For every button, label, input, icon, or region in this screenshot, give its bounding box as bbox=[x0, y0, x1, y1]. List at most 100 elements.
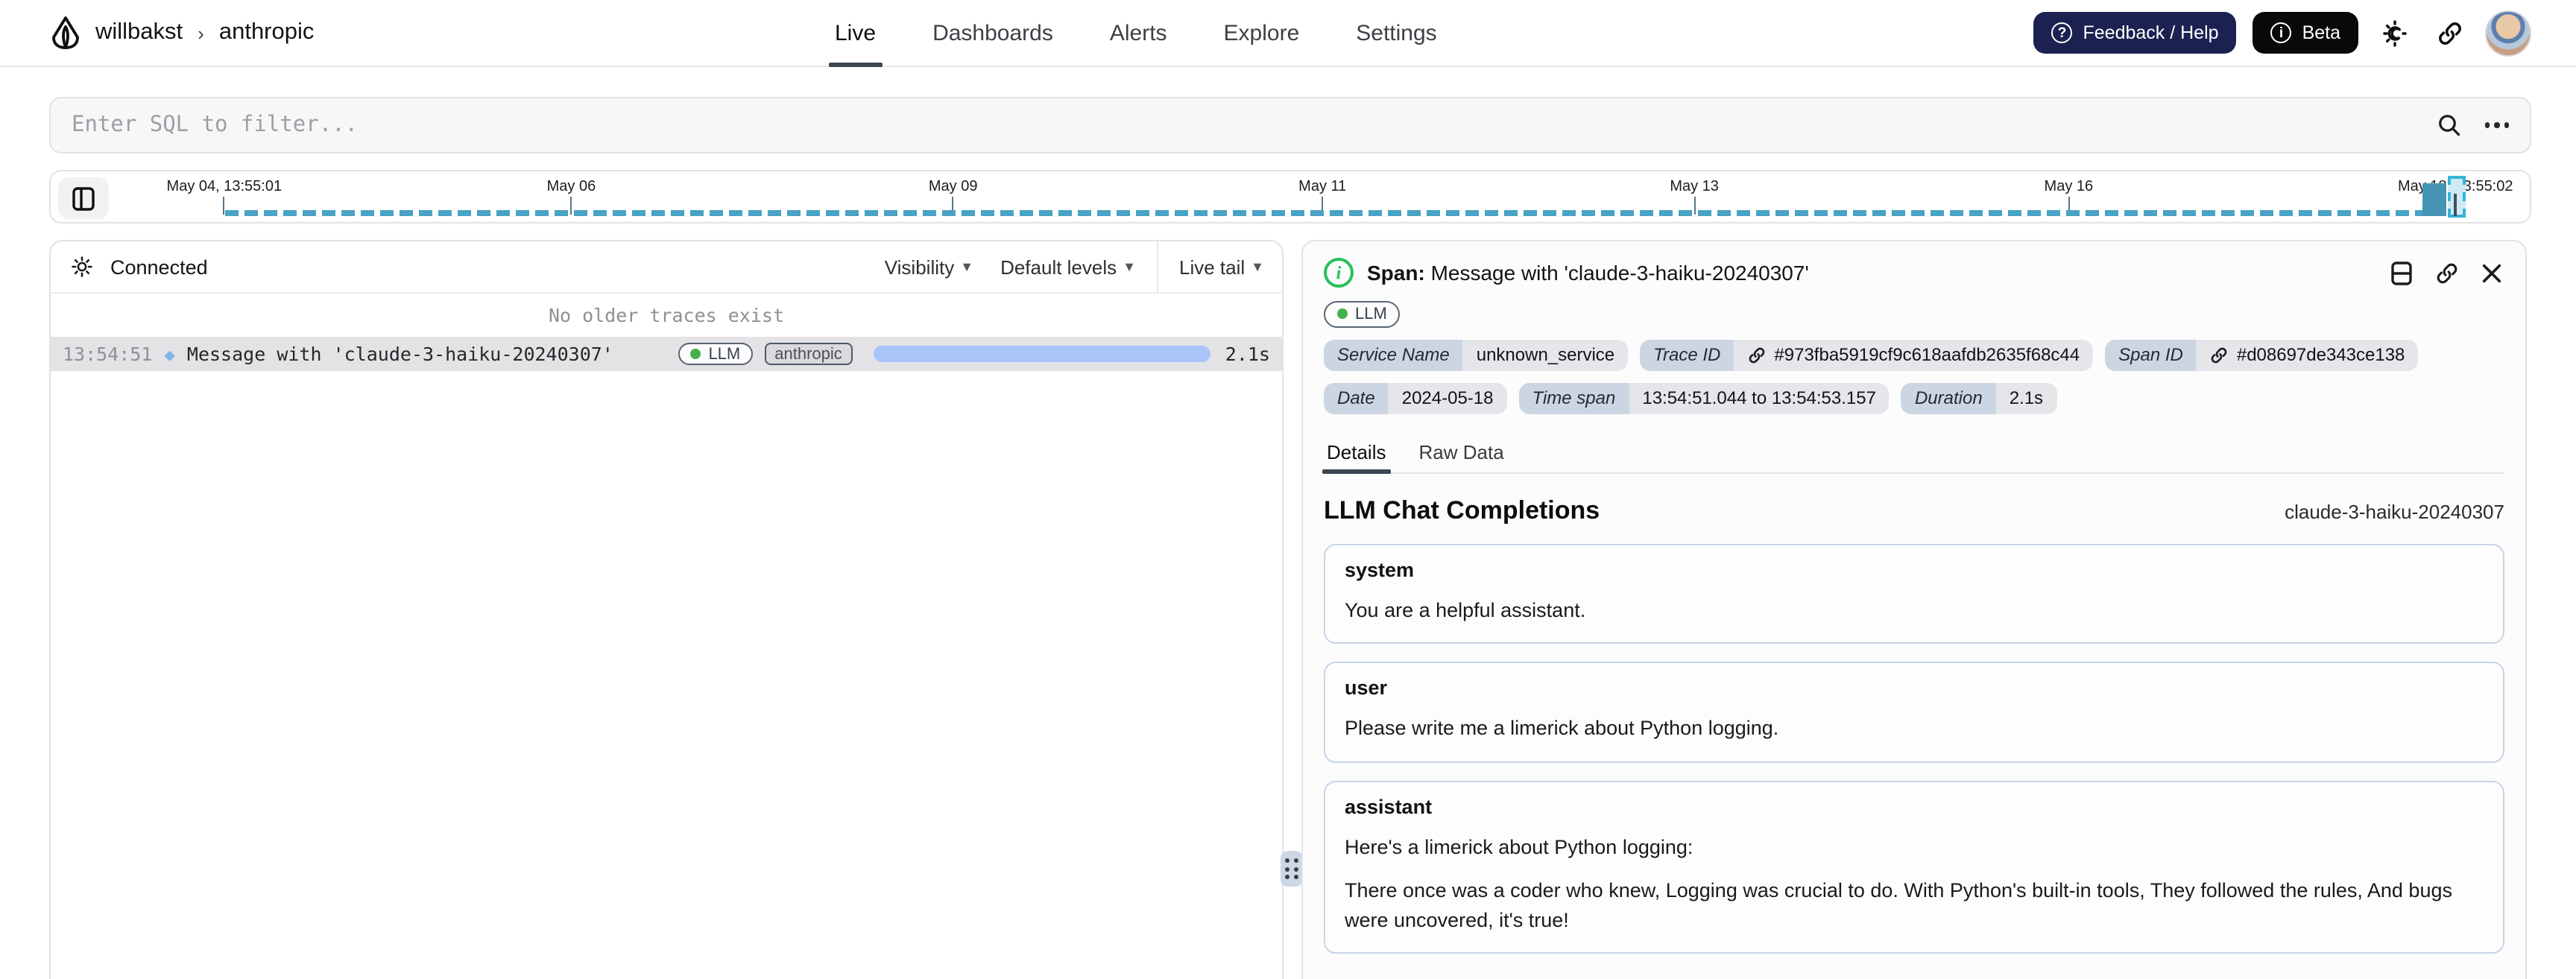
attr-date: Date 2024-05-18 bbox=[1324, 382, 1507, 414]
tab-live[interactable]: Live bbox=[829, 0, 883, 67]
span-header: i Span: Message with 'claude-3-haiku-202… bbox=[1303, 241, 2525, 300]
span-diamond-icon: ◆ bbox=[164, 343, 175, 364]
green-dot-icon bbox=[690, 349, 701, 359]
tab-dashboards[interactable]: Dashboards bbox=[932, 0, 1053, 67]
panel-resize-grip[interactable] bbox=[1281, 851, 1303, 887]
theme-toggle-button[interactable] bbox=[2375, 13, 2414, 52]
span-attributes-row-1: Service Name unknown_service Trace ID #9… bbox=[1324, 339, 2504, 370]
visibility-dropdown[interactable]: Visibility ▼ bbox=[885, 256, 973, 278]
top-header: willbakst › anthropic Live Dashboards Al… bbox=[0, 0, 2576, 67]
sql-filter-input[interactable] bbox=[72, 113, 2434, 137]
timeline-tick-label: May 04, 13:55:01 bbox=[166, 179, 282, 195]
trace-list-header: Connected Visibility ▼ Default levels ▼ Li… bbox=[51, 241, 1282, 294]
sql-filter-bar bbox=[49, 97, 2531, 153]
header-actions: ? Feedback / Help i Beta bbox=[2033, 10, 2531, 56]
breadcrumb: willbakst › anthropic bbox=[49, 15, 314, 51]
timeline-tick-label: May 06 bbox=[546, 179, 596, 195]
copy-span-link-button[interactable] bbox=[2433, 259, 2460, 286]
llm-section-header: LLM Chat Completions claude-3-haiku-2024… bbox=[1324, 495, 2504, 525]
settings-gear-button[interactable] bbox=[69, 253, 95, 280]
connection-status: Connected bbox=[110, 256, 208, 278]
close-span-button[interactable] bbox=[2478, 259, 2504, 286]
message-role: user bbox=[1345, 677, 1388, 700]
logfire-flame-logo-icon[interactable] bbox=[49, 15, 82, 51]
timeline-tick-label: May 11 bbox=[1298, 179, 1347, 195]
message-role: assistant bbox=[1345, 795, 1433, 818]
attr-trace-id[interactable]: Trace ID #973fba5919cf9c618aafdb2635f68c… bbox=[1640, 339, 2094, 370]
attr-duration: Duration 2.1s bbox=[1901, 382, 2057, 414]
breadcrumb-project[interactable]: anthropic bbox=[219, 19, 315, 46]
live-tail-dropdown[interactable]: Live tail ▼ bbox=[1179, 256, 1264, 278]
search-icon bbox=[2438, 115, 2460, 136]
no-older-traces-message: No older traces exist bbox=[548, 304, 785, 326]
split-view-button[interactable] bbox=[2388, 259, 2415, 286]
breadcrumb-org[interactable]: willbakst bbox=[95, 19, 183, 46]
timeline-tick-label: May 13 bbox=[1670, 179, 1719, 195]
chevron-down-icon: ▼ bbox=[1123, 259, 1136, 274]
timeline-cursor bbox=[2454, 194, 2457, 216]
info-circle-icon: i bbox=[2270, 22, 2292, 43]
user-avatar[interactable] bbox=[2485, 10, 2531, 56]
chevron-down-icon: ▼ bbox=[1251, 259, 1264, 274]
share-link-button[interactable] bbox=[2430, 13, 2469, 52]
tab-alerts[interactable]: Alerts bbox=[1110, 0, 1167, 67]
span-detail-panel: i Span: Message with 'claude-3-haiku-202… bbox=[1301, 240, 2527, 979]
panel-layout-icon bbox=[72, 186, 95, 210]
tab-raw-data[interactable]: Raw Data bbox=[1418, 433, 1506, 472]
message-text: You are a helpful assistant. bbox=[1345, 598, 1586, 621]
tab-details[interactable]: Details bbox=[1322, 433, 1390, 473]
beta-label: Beta bbox=[2302, 22, 2340, 43]
attr-span-id[interactable]: Span ID #d08697de343ce138 bbox=[2105, 339, 2419, 370]
timeline-live-selection[interactable] bbox=[2448, 176, 2466, 218]
trace-row-selected[interactable]: 13:54:51 ◆ Message with 'claude-3-haiku-… bbox=[51, 337, 1282, 371]
question-circle-icon: ? bbox=[2051, 22, 2073, 43]
divider bbox=[1157, 241, 1158, 292]
attr-service-name: Service Name unknown_service bbox=[1324, 339, 1629, 370]
tab-settings[interactable]: Settings bbox=[1356, 0, 1436, 67]
timeline-histogram-spike bbox=[2422, 183, 2447, 216]
message-role: system bbox=[1345, 558, 1415, 580]
close-icon bbox=[2481, 263, 2501, 282]
default-levels-dropdown[interactable]: Default levels ▼ bbox=[1000, 256, 1136, 278]
auto-theme-moon-icon bbox=[2380, 19, 2408, 47]
span-title: Span: Message with 'claude-3-haiku-20240… bbox=[1367, 261, 1809, 285]
beta-button[interactable]: i Beta bbox=[2253, 12, 2358, 54]
main-nav: Live Dashboards Alerts Explore Settings bbox=[829, 0, 1437, 67]
more-options-button[interactable] bbox=[2484, 122, 2509, 128]
trace-timestamp: 13:54:51 bbox=[63, 343, 153, 365]
trace-list-panel: Connected Visibility ▼ Default levels ▼ Li… bbox=[49, 240, 1284, 979]
span-attributes-row-2: Date 2024-05-18 Time span 13:54:51.044 t… bbox=[1324, 382, 2504, 414]
message-card-user: user Please write me a limerick about Py… bbox=[1324, 662, 2504, 763]
model-name: claude-3-haiku-20240307 bbox=[2285, 500, 2504, 522]
feedback-help-button[interactable]: ? Feedback / Help bbox=[2033, 12, 2237, 54]
trace-title: Message with 'claude-3-haiku-20240307' bbox=[186, 343, 613, 365]
section-title: LLM Chat Completions bbox=[1324, 495, 1600, 524]
breadcrumb-separator: › bbox=[198, 22, 204, 44]
link-chain-icon bbox=[2435, 19, 2463, 47]
trace-duration-bar bbox=[873, 346, 1210, 362]
trace-duration-label: 2.1s bbox=[1225, 343, 1270, 365]
link-chain-icon bbox=[2212, 346, 2228, 363]
llm-tag-badge: LLM bbox=[678, 343, 753, 365]
span-detail-tabs: Details Raw Data bbox=[1322, 433, 2504, 473]
timeline-tick-label: May 09 bbox=[928, 179, 978, 195]
active-tab-underline bbox=[829, 63, 883, 67]
feedback-help-label: Feedback / Help bbox=[2083, 22, 2219, 43]
message-text: There once was a coder who knew, Logging… bbox=[1345, 879, 2452, 931]
llm-tag-badge: LLM bbox=[1324, 300, 1401, 327]
split-panel-icon bbox=[2391, 261, 2412, 285]
timeline-bar[interactable]: May 04, 13:55:01 May 06 May 09 May 11 Ma… bbox=[49, 170, 2531, 224]
message-card-system: system You are a helpful assistant. bbox=[1324, 543, 2504, 644]
timeline-dashed-track bbox=[225, 210, 2446, 216]
message-text: Please write me a limerick about Python … bbox=[1345, 717, 1779, 740]
main-content: Connected Visibility ▼ Default levels ▼ Li… bbox=[49, 240, 2527, 979]
message-card-assistant: assistant Here's a limerick about Python… bbox=[1324, 780, 2504, 954]
sidebar-toggle-button[interactable] bbox=[58, 177, 109, 219]
vendor-tag-badge: anthropic bbox=[764, 343, 853, 365]
link-chain-icon bbox=[2436, 262, 2457, 283]
chevron-down-icon: ▼ bbox=[960, 259, 974, 274]
link-chain-icon bbox=[1749, 346, 1765, 363]
info-green-icon: i bbox=[1324, 258, 1354, 288]
tab-explore[interactable]: Explore bbox=[1224, 0, 1300, 67]
search-button[interactable] bbox=[2434, 110, 2463, 140]
